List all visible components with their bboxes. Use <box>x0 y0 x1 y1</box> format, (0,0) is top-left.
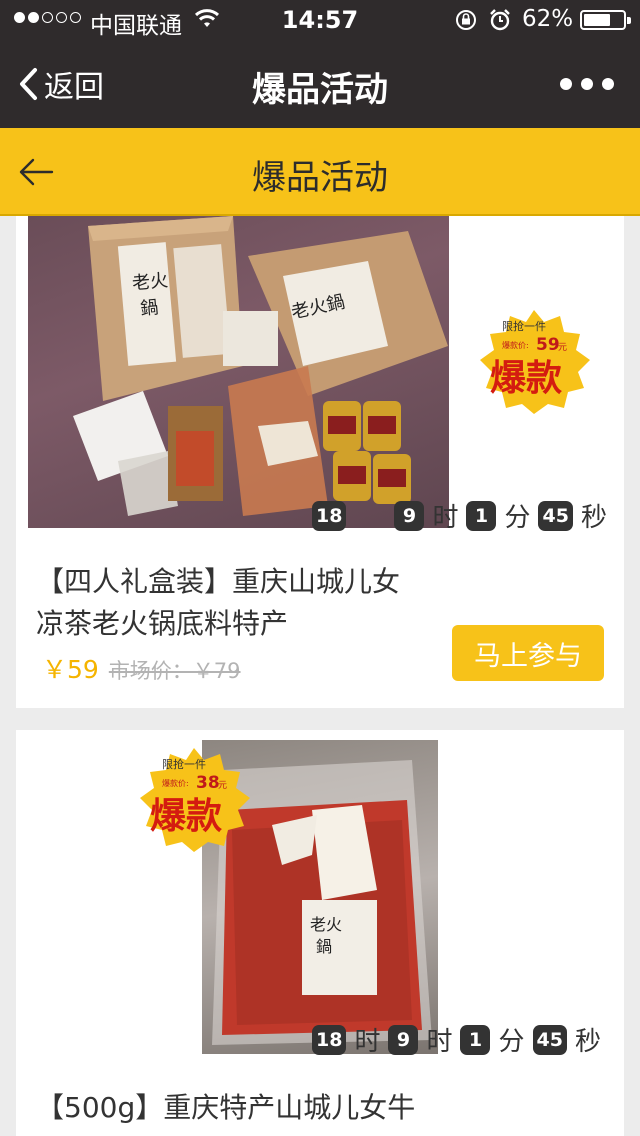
countdown-seconds: 45 <box>538 500 573 531</box>
countdown-unit-hour: 时 <box>432 503 459 533</box>
nav-title: 爆品活动 <box>252 70 388 110</box>
countdown-hours: 18 <box>312 1024 347 1055</box>
countdown-days: 9 <box>388 1024 419 1055</box>
svg-text:鍋: 鍋 <box>140 297 160 319</box>
countdown-unit-minute: 分 <box>498 1027 525 1057</box>
price-row: ￥59 市场价：￥79 <box>42 650 241 686</box>
market-price: 市场价：￥79 <box>108 659 241 683</box>
countdown-days: 9 <box>394 500 425 531</box>
battery-icon <box>580 10 631 30</box>
countdown-unit-second: 秒 <box>574 1027 601 1057</box>
svg-text:老火: 老火 <box>131 270 169 294</box>
badge-price-prefix: 爆款价: <box>502 340 529 350</box>
badge-price: 59 <box>536 335 560 355</box>
badge-price-unit: 元 <box>218 781 227 791</box>
page-header: 爆品活动 <box>0 128 640 216</box>
page-title: 爆品活动 <box>252 158 388 198</box>
countdown-unit-minute: 分 <box>504 503 531 533</box>
countdown-timer: 18 9 时 1 分 45 秒 <box>312 497 607 534</box>
hot-deal-badge: 限抢一件 爆款价: 38 元 爆款 <box>140 748 250 852</box>
badge-top-text: 限抢一件 <box>162 757 206 771</box>
badge-price-prefix: 爆款价: <box>162 778 189 788</box>
countdown-minutes: 1 <box>466 500 497 531</box>
product-title[interactable]: 【500g】重庆特产山城儿女牛 <box>36 1087 476 1129</box>
product-card[interactable]: 老火 鍋 限抢一件 爆款价: 38 元 爆款 18 时 9 时 1 分 45 秒… <box>16 730 624 1136</box>
svg-text:鍋: 鍋 <box>316 937 332 956</box>
countdown-unit-second: 秒 <box>580 503 607 533</box>
product-card[interactable]: 老火 鍋 老火鍋 限抢一件 爆款价: 59 元 爆款 18 9 时 1 分 45… <box>16 216 624 708</box>
alarm-icon <box>490 9 510 31</box>
badge-price-unit: 元 <box>558 343 567 353</box>
wechat-nav-bar: 返回 爆品活动 <box>0 40 640 128</box>
countdown-hours: 18 <box>312 500 347 531</box>
countdown-seconds: 45 <box>532 1024 567 1055</box>
product-title[interactable]: 【四人礼盒装】重庆山城儿女 凉茶老火锅底料特产 <box>36 561 476 645</box>
badge-big-text: 爆款 <box>150 796 222 837</box>
badge-price: 38 <box>196 773 220 793</box>
countdown-minutes: 1 <box>460 1024 491 1055</box>
countdown-unit-hour: 时 <box>426 1027 453 1057</box>
rotation-lock-icon <box>456 10 476 30</box>
countdown-timer: 18 时 9 时 1 分 45 秒 <box>312 1021 601 1058</box>
battery-percent: 62% <box>522 6 574 32</box>
badge-top-text: 限抢一件 <box>502 319 546 333</box>
more-options-icon[interactable] <box>560 78 614 90</box>
join-now-button[interactable]: 马上参与 <box>452 625 604 681</box>
status-bar: 中国联通 14:57 62% <box>0 0 640 40</box>
badge-big-text: 爆款 <box>490 358 562 399</box>
hot-deal-badge: 限抢一件 爆款价: 59 元 爆款 <box>480 310 590 414</box>
hotpot-gift-box-photo: 老火 鍋 老火鍋 <box>73 216 448 516</box>
svg-text:老火: 老火 <box>310 915 342 934</box>
top-bar: 中国联通 14:57 62% 返回 爆品活动 <box>0 0 640 128</box>
sale-price: ￥59 <box>42 655 99 684</box>
product-image[interactable]: 老火 鍋 老火鍋 <box>28 216 449 528</box>
countdown-unit-hour: 时 <box>354 1027 381 1057</box>
